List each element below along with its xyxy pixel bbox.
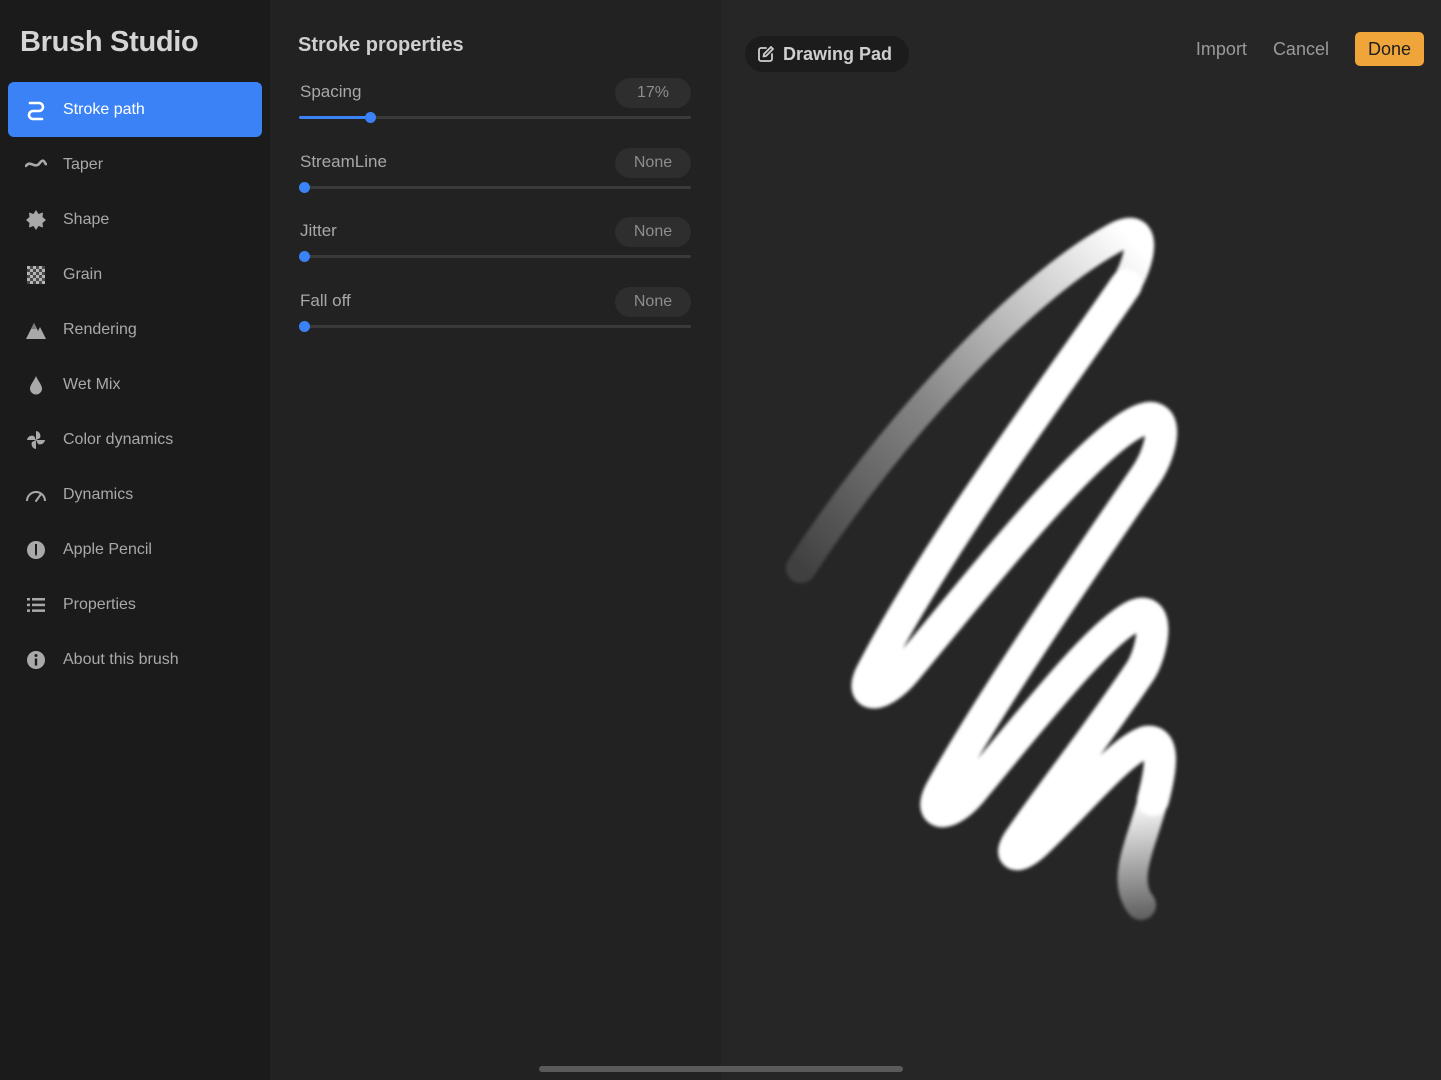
setting-value-pill[interactable]: 17%: [615, 78, 691, 108]
spacing-slider[interactable]: [299, 112, 691, 123]
sidebar-item-taper[interactable]: Taper: [8, 137, 262, 192]
sidebar-item-grain[interactable]: Grain: [8, 247, 262, 302]
sidebar-nav: Stroke path Taper Shape Grain Rendering …: [8, 82, 262, 687]
setting-value-pill[interactable]: None: [615, 287, 691, 317]
app-title: Brush Studio: [20, 26, 199, 58]
jitter-setting: Jitter None: [299, 217, 691, 273]
sidebar-item-properties[interactable]: Properties: [8, 577, 262, 632]
spacing-setting: Spacing 17%: [299, 78, 691, 134]
sidebar-item-label: Shape: [63, 210, 110, 228]
brush-studio-app: Brush Studio Stroke path Taper Shape Gra…: [0, 0, 1441, 1080]
sidebar-item-label: About this brush: [63, 650, 179, 668]
stroke-path-icon: [25, 99, 47, 121]
setting-value-pill[interactable]: None: [615, 217, 691, 247]
sidebar-item-wet-mix[interactable]: Wet Mix: [8, 357, 262, 412]
info-icon: [25, 649, 47, 671]
top-actions: Import Cancel Done: [1196, 32, 1424, 66]
color-dynamics-icon: [25, 429, 47, 451]
drawing-pad-label: Drawing Pad: [783, 43, 893, 64]
wet-mix-icon: [25, 374, 47, 396]
drawing-pad[interactable]: Drawing Pad Import Cancel Done: [721, 0, 1441, 1080]
slider-knob[interactable]: [364, 112, 376, 123]
slider-fill: [299, 116, 370, 119]
grain-icon: [25, 264, 47, 286]
fall-off-setting: Fall off None: [299, 287, 691, 343]
sidebar-item-shape[interactable]: Shape: [8, 192, 262, 247]
stroke-properties-panel: Stroke properties Spacing 17% StreamLine…: [270, 0, 721, 1080]
setting-value-pill[interactable]: None: [615, 148, 691, 178]
taper-icon: [25, 154, 47, 176]
slider-knob[interactable]: [299, 182, 310, 193]
dynamics-icon: [25, 484, 47, 506]
sidebar-item-about-this-brush[interactable]: About this brush: [8, 632, 262, 687]
sidebar-item-label: Grain: [63, 265, 103, 283]
home-indicator[interactable]: [539, 1066, 903, 1072]
sidebar-item-label: Stroke path: [63, 100, 145, 118]
brush-stroke-preview: [786, 217, 1178, 920]
panel-title: Stroke properties: [298, 34, 464, 56]
slider-knob[interactable]: [299, 321, 310, 332]
properties-icon: [25, 594, 47, 616]
apple-pencil-icon: [25, 539, 47, 561]
drawing-pad-button[interactable]: Drawing Pad: [745, 36, 910, 72]
sidebar-item-label: Color dynamics: [63, 430, 174, 448]
sidebar-item-label: Wet Mix: [63, 375, 121, 393]
cancel-button[interactable]: Cancel: [1273, 39, 1329, 60]
jitter-slider[interactable]: [299, 251, 691, 262]
sidebar-item-label: Properties: [63, 595, 136, 613]
sidebar-item-label: Dynamics: [63, 485, 134, 503]
streamline-setting: StreamLine None: [299, 148, 691, 204]
sidebar-item-color-dynamics[interactable]: Color dynamics: [8, 412, 262, 467]
done-button[interactable]: Done: [1354, 32, 1424, 66]
sidebar-item-label: Rendering: [63, 320, 137, 338]
edit-icon: [757, 45, 775, 63]
sidebar: Brush Studio Stroke path Taper Shape Gra…: [0, 0, 270, 1080]
fall-off-slider[interactable]: [299, 321, 691, 332]
setting-label: StreamLine: [300, 152, 387, 171]
streamline-slider[interactable]: [299, 182, 691, 193]
sidebar-item-apple-pencil[interactable]: Apple Pencil: [8, 522, 262, 577]
slider-knob[interactable]: [299, 251, 310, 262]
setting-label: Spacing: [300, 82, 362, 101]
sidebar-item-rendering[interactable]: Rendering: [8, 302, 262, 357]
sidebar-item-dynamics[interactable]: Dynamics: [8, 467, 262, 522]
import-button[interactable]: Import: [1196, 39, 1247, 60]
setting-label: Fall off: [300, 291, 351, 310]
sidebar-item-stroke-path[interactable]: Stroke path: [8, 82, 262, 137]
sidebar-item-label: Taper: [63, 155, 104, 173]
setting-label: Jitter: [300, 221, 337, 240]
sidebar-item-label: Apple Pencil: [63, 540, 152, 558]
shape-icon: [25, 209, 47, 231]
rendering-icon: [25, 319, 47, 341]
